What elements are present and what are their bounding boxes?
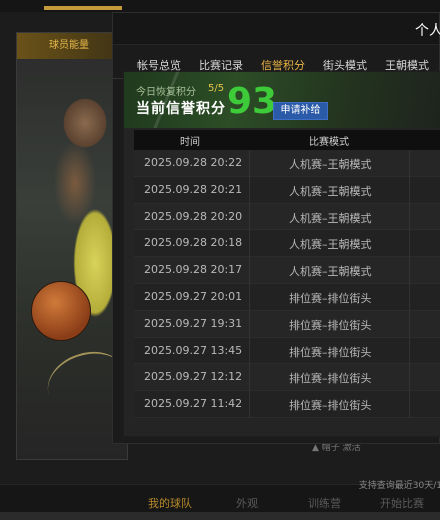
nav-my-team[interactable]: 我的球队 xyxy=(148,495,192,511)
header-time: 时间 xyxy=(180,137,200,148)
row-mode: 排位赛–排位街头 xyxy=(289,399,372,413)
row-time: 2025.09.28 20:20 xyxy=(144,209,243,223)
table-body[interactable]: 2025.09.28 20:22 人机赛–王朝模式 2025.09.28 20:21… xyxy=(134,150,440,418)
top-strip-highlight xyxy=(44,6,122,10)
row-time: 2025.09.27 11:42 xyxy=(144,397,243,411)
row-mode: 人机赛–王朝模式 xyxy=(289,265,372,279)
row-time: 2025.09.28 20:21 xyxy=(144,182,243,196)
nav-start-match[interactable]: 开始比赛 xyxy=(380,495,424,511)
recover-label: 今日恢复积分 xyxy=(136,87,196,98)
apply-supply-button[interactable]: 申请补给 xyxy=(273,102,328,120)
row-mode: 人机赛–王朝模式 xyxy=(289,238,372,252)
header-mode: 比赛模式 xyxy=(309,137,349,148)
nav-appearance[interactable]: 外观 xyxy=(236,495,258,511)
modal-header: 个人 xyxy=(113,13,440,45)
table-row: 2025.09.27 11:42 排位赛–排位街头 xyxy=(134,391,440,418)
credit-banner: 今日恢复积分 5/5 当前信誉积分 93 申请补给 xyxy=(124,72,440,128)
table-row: 2025.09.27 12:12 排位赛–排位街头 xyxy=(134,364,440,392)
table-row: 2025.09.28 20:22 人机赛–王朝模式 xyxy=(134,150,440,177)
column-divider xyxy=(409,150,410,418)
row-time: 2025.09.27 20:01 xyxy=(144,289,243,303)
row-mode: 排位赛–排位街头 xyxy=(289,318,372,332)
table-row: 2025.09.27 20:01 排位赛–排位街头 xyxy=(134,283,440,311)
player-card-label: 球员能量 xyxy=(17,33,127,59)
row-mode: 排位赛–排位街头 xyxy=(289,345,372,359)
row-mode: 人机赛–王朝模式 xyxy=(289,184,372,198)
credit-label: 当前信誉积分 xyxy=(136,101,226,117)
row-mode: 人机赛–王朝模式 xyxy=(289,211,372,225)
nav-training[interactable]: 训练营 xyxy=(308,495,341,511)
modal-title: 个人 xyxy=(415,23,440,39)
row-time: 2025.09.28 20:17 xyxy=(144,263,243,277)
table-row: 2025.09.27 13:45 排位赛–排位街头 xyxy=(134,337,440,365)
row-mode: 人机赛–王朝模式 xyxy=(289,158,372,171)
row-time: 2025.09.27 19:31 xyxy=(144,316,243,330)
table-row: 2025.09.27 19:31 排位赛–排位街头 xyxy=(134,310,440,338)
credit-records-table: 时间 比赛模式 2025.09.28 20:22 人机赛–王朝模式 2025.09.… xyxy=(134,130,440,491)
table-row: 2025.09.28 20:20 人机赛–王朝模式 xyxy=(134,203,440,231)
query-range-note: 支持查询最近30天/1 xyxy=(358,481,440,491)
row-mode: 排位赛–排位街头 xyxy=(289,372,372,386)
row-time: 2025.09.28 20:22 xyxy=(144,156,243,169)
table-row: 2025.09.28 20:21 人机赛–王朝模式 xyxy=(134,176,440,204)
row-time: 2025.09.27 13:45 xyxy=(144,343,243,357)
profile-modal: 个人 帐号总览 比赛记录 信誉积分 街头模式 王朝模式 今日恢复积分 5/5 当… xyxy=(112,12,440,491)
row-time: 2025.09.28 20:18 xyxy=(144,236,243,250)
credit-value: 93 xyxy=(227,81,278,122)
column-divider xyxy=(249,150,250,418)
credit-panel: 今日恢复积分 5/5 当前信誉积分 93 申请补给 时间 比赛模式 2025.0… xyxy=(123,71,440,491)
table-header: 时间 比赛模式 xyxy=(134,130,440,150)
basketball-image xyxy=(31,281,91,341)
table-row: 2025.09.28 20:18 人机赛–王朝模式 xyxy=(134,230,440,258)
row-time: 2025.09.27 12:12 xyxy=(144,370,243,384)
recover-count: 5/5 xyxy=(208,83,225,94)
table-row: 2025.09.28 20:17 人机赛–王朝模式 xyxy=(134,257,440,284)
top-strip xyxy=(0,0,440,12)
bottom-bar xyxy=(0,512,440,520)
row-mode: 排位赛–排位街头 xyxy=(289,291,372,305)
